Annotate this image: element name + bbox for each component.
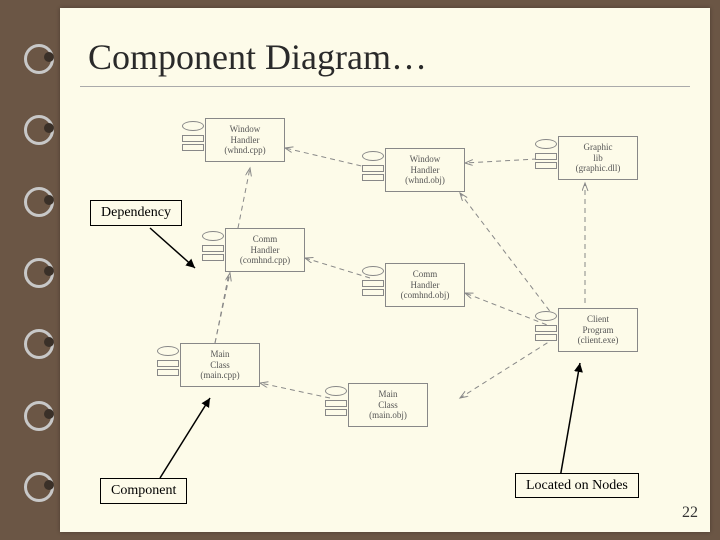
comp-label: (main.obj) (369, 410, 407, 421)
component-client-program: Client Program (client.exe) (558, 308, 638, 352)
comp-label: Main (379, 389, 398, 400)
component-window-handler-obj: Window Handler (whnd.obj) (385, 148, 465, 192)
comp-label: (graphic.dll) (576, 163, 621, 174)
comp-label: Handler (411, 280, 440, 291)
comp-label: Handler (251, 245, 280, 256)
comp-label: (comhnd.obj) (401, 290, 450, 301)
page-number: 22 (682, 504, 698, 522)
component-comm-handler-obj: Comm Handler (comhnd.obj) (385, 263, 465, 307)
component-graphic-lib: Graphic lib (graphic.dll) (558, 136, 638, 180)
comp-label: Handler (411, 165, 440, 176)
comp-label: (whnd.obj) (405, 175, 445, 186)
comp-label: Comm (253, 234, 278, 245)
comp-label: Window (410, 154, 441, 165)
callout-dependency: Dependency (90, 200, 182, 226)
ring-icon (18, 256, 56, 284)
comp-label: Comm (413, 269, 438, 280)
comp-label: Window (230, 124, 261, 135)
callout-located-on-nodes: Located on Nodes (515, 473, 639, 498)
comp-label: (main.cpp) (200, 370, 239, 381)
comp-label: Class (210, 360, 230, 371)
diagram-canvas: Window Handler (whnd.cpp) Window Handler… (60, 108, 710, 508)
slide-title: Component Diagram… (60, 8, 710, 86)
comp-label: Graphic (584, 142, 613, 153)
component-window-handler-cpp: Window Handler (whnd.cpp) (205, 118, 285, 162)
comp-label: Class (378, 400, 398, 411)
ring-icon (18, 470, 56, 498)
ring-icon (18, 113, 56, 141)
comp-label: (client.exe) (578, 335, 619, 346)
comp-label: Program (583, 325, 614, 336)
component-main-class-obj: Main Class (main.obj) (348, 383, 428, 427)
callout-component: Component (100, 478, 187, 504)
ring-icon (18, 399, 56, 427)
comp-label: (whnd.cpp) (224, 145, 265, 156)
comp-label: (comhnd.cpp) (240, 255, 290, 266)
ring-icon (18, 327, 56, 355)
component-comm-handler-cpp: Comm Handler (comhnd.cpp) (225, 228, 305, 272)
comp-label: Client (587, 314, 609, 325)
comp-label: lib (593, 153, 603, 164)
binder-rings (18, 0, 58, 540)
ring-icon (18, 185, 56, 213)
component-main-class-cpp: Main Class (main.cpp) (180, 343, 260, 387)
slide: Component Diagram… (60, 8, 710, 532)
title-underline (80, 86, 690, 87)
comp-label: Main (211, 349, 230, 360)
ring-icon (18, 42, 56, 70)
comp-label: Handler (231, 135, 260, 146)
